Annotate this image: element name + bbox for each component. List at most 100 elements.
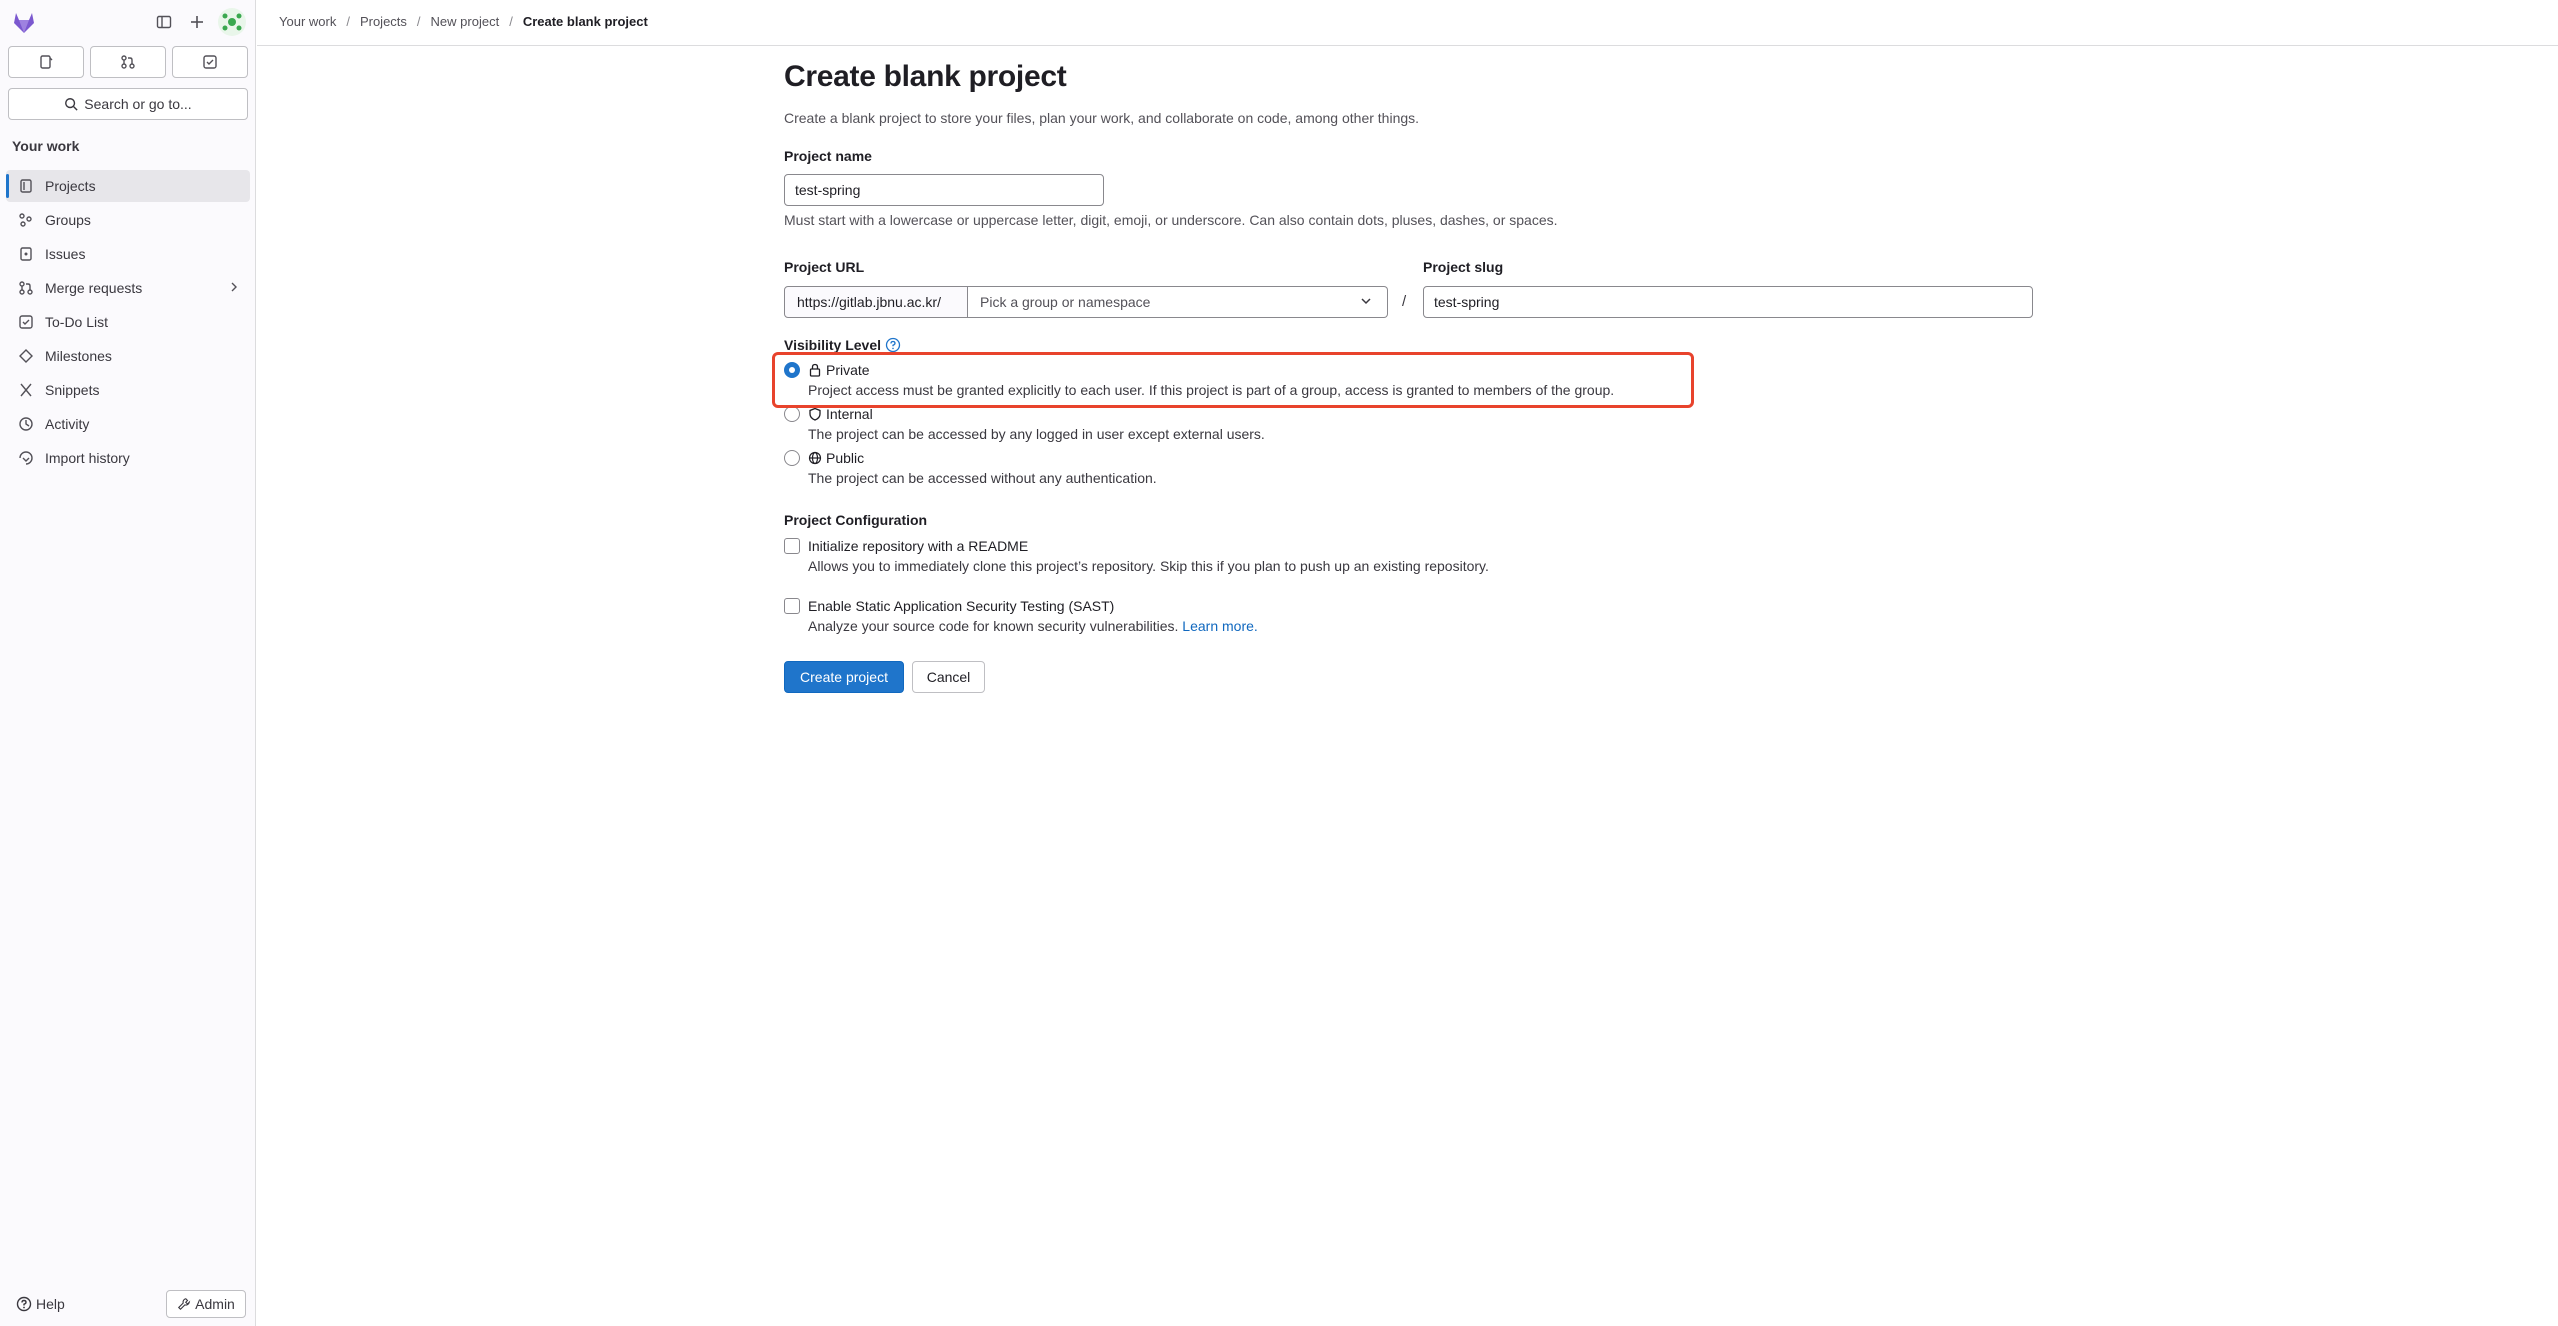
visibility-label: Visibility Level <box>784 337 882 353</box>
namespace-select[interactable]: Pick a group or namespace <box>968 286 1388 318</box>
sidebar-item-label: Groups <box>45 212 91 228</box>
merge-request-icon <box>18 280 34 296</box>
readme-description: Allows you to immediately clone this pro… <box>808 558 1489 574</box>
sidebar-item-snippets[interactable]: Snippets <box>6 374 250 406</box>
search-icon <box>65 98 78 111</box>
internal-label: Internal <box>826 406 873 422</box>
sidebar-item-import-history[interactable]: Import history <box>6 442 250 474</box>
chevron-down-icon <box>1359 294 1373 311</box>
milestone-icon <box>18 348 34 364</box>
public-label: Public <box>826 450 865 466</box>
highlight-box <box>772 352 1694 408</box>
radio-public[interactable] <box>784 450 800 466</box>
namespace-placeholder: Pick a group or namespace <box>980 294 1151 310</box>
sast-checkbox[interactable] <box>784 598 800 614</box>
radio-internal[interactable] <box>784 406 800 422</box>
help-icon <box>16 1296 32 1312</box>
sidebar-item-label: Merge requests <box>45 280 143 296</box>
chevron-right-icon[interactable] <box>228 280 240 296</box>
breadcrumb-separator: / <box>346 14 350 29</box>
sidebar-item-milestones[interactable]: Milestones <box>6 340 250 372</box>
admin-button[interactable]: Admin <box>166 1290 246 1318</box>
breadcrumb-your-work[interactable]: Your work <box>279 14 336 29</box>
help-label: Help <box>36 1296 65 1312</box>
help-button[interactable]: Help <box>16 1296 65 1312</box>
breadcrumb-current[interactable]: Create blank project <box>523 14 648 29</box>
sidebar-item-projects[interactable]: Projects <box>6 170 250 202</box>
breadcrumb-separator: / <box>416 14 421 29</box>
issues-icon <box>18 246 34 262</box>
visibility-internal-option[interactable]: Internal <box>784 406 873 422</box>
internal-label-group: Internal <box>808 406 873 422</box>
sast-label: Enable Static Application Security Testi… <box>808 598 1115 614</box>
top-bar: Your work / Projects / New project / Cre… <box>257 0 2558 46</box>
merge-requests-counter-button[interactable] <box>90 46 166 78</box>
public-label-group: Public <box>808 450 864 466</box>
issues-counter-button[interactable] <box>8 46 84 78</box>
breadcrumb-new-project[interactable]: New project <box>431 14 500 29</box>
project-url-group: https://gitlab.jbnu.ac.kr/ Pick a group … <box>784 286 1388 318</box>
sidebar-item-label: Import history <box>45 450 130 466</box>
section-title: Your work <box>12 138 80 154</box>
visibility-label-row: Visibility Level <box>784 337 901 353</box>
admin-label: Admin <box>195 1296 235 1312</box>
globe-icon <box>808 451 822 465</box>
public-description: The project can be accessed without any … <box>808 470 1157 486</box>
visibility-public-option[interactable]: Public <box>784 450 864 466</box>
issues-icon <box>40 55 53 69</box>
project-name-help: Must start with a lowercase or uppercase… <box>784 212 1558 228</box>
project-configuration-label: Project Configuration <box>784 512 928 528</box>
counter-row <box>8 46 248 78</box>
sidebar-item-activity[interactable]: Activity <box>6 408 250 440</box>
todo-icon <box>18 314 34 330</box>
project-name-input[interactable]: test-spring <box>784 174 1104 206</box>
create-project-button[interactable]: Create project <box>784 661 904 693</box>
sidebar-item-label: Projects <box>45 178 96 194</box>
sidebar: Search or go to... Your work Projects Gr… <box>0 0 256 1326</box>
project-url-label: Project URL <box>784 259 865 275</box>
sidebar-item-todo[interactable]: To-Do List <box>6 306 250 338</box>
readme-checkbox[interactable] <box>784 538 800 554</box>
readme-label: Initialize repository with a README <box>808 538 1029 554</box>
project-slug-input[interactable]: test-spring <box>1423 286 2033 318</box>
search-label: Search or go to... <box>84 96 192 112</box>
sidebar-nav: Projects Groups Issues Merge requests To… <box>6 170 250 476</box>
main-content: Create blank project Create a blank proj… <box>772 60 2034 693</box>
snippet-icon <box>18 382 34 398</box>
sidebar-header <box>0 0 256 44</box>
learn-more-link[interactable]: Learn more. <box>1182 618 1257 634</box>
gitlab-logo-icon[interactable] <box>10 8 38 36</box>
page-description: Create a blank project to store your fil… <box>784 110 1420 126</box>
sidebar-item-label: Snippets <box>45 382 100 398</box>
search-button[interactable]: Search or go to... <box>8 88 248 120</box>
internal-description: The project can be accessed by any logge… <box>808 426 1265 442</box>
wrench-icon <box>178 1298 191 1311</box>
project-name-label: Project name <box>784 148 872 164</box>
breadcrumb: Your work / Projects / New project / Cre… <box>279 14 648 29</box>
todos-counter-button[interactable] <box>172 46 248 78</box>
sidebar-item-label: Milestones <box>45 348 112 364</box>
import-icon <box>18 450 34 466</box>
readme-option[interactable]: Initialize repository with a README <box>784 538 1028 554</box>
sast-description: Analyze your source code for known secur… <box>808 618 1179 634</box>
page-title: Create blank project <box>784 60 1067 93</box>
project-url-prefix: https://gitlab.jbnu.ac.kr/ <box>784 286 968 318</box>
shield-icon <box>809 407 821 421</box>
sast-option[interactable]: Enable Static Application Security Testi… <box>784 598 1114 614</box>
plus-icon[interactable] <box>185 10 209 34</box>
avatar[interactable] <box>218 8 246 36</box>
question-circle-icon[interactable] <box>885 337 901 353</box>
breadcrumb-projects[interactable]: Projects <box>360 14 407 29</box>
todo-icon <box>203 55 217 69</box>
cancel-button[interactable]: Cancel <box>912 661 985 693</box>
merge-request-icon <box>121 55 135 69</box>
sidebar-item-issues[interactable]: Issues <box>6 238 250 270</box>
group-icon <box>18 212 34 228</box>
sidebar-item-groups[interactable]: Groups <box>6 204 250 236</box>
sidebar-item-label: To-Do List <box>45 314 109 330</box>
sidebar-item-label: Issues <box>45 246 86 262</box>
activity-icon <box>18 416 34 432</box>
sidebar-footer: Help Admin <box>0 1282 256 1326</box>
sidebar-toggle-icon[interactable] <box>152 10 176 34</box>
sidebar-item-merge-requests[interactable]: Merge requests <box>6 272 250 304</box>
